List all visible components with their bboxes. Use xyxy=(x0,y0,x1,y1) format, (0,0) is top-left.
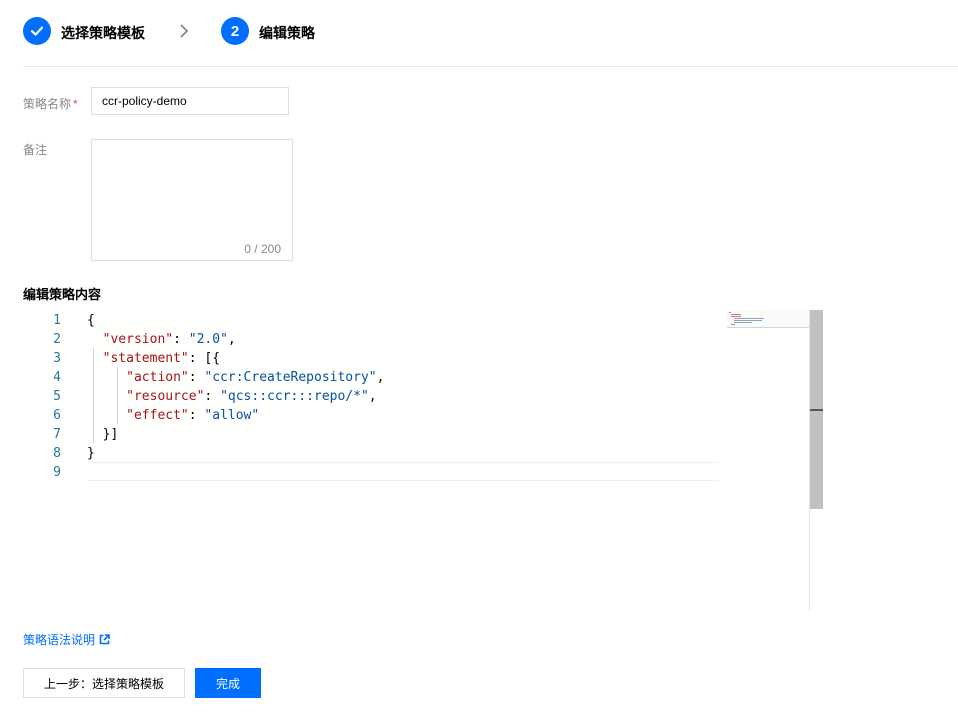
line-number: 9 xyxy=(53,465,61,480)
code-text: "statement": [{ xyxy=(87,349,220,368)
json-value: "2.0" xyxy=(188,332,228,347)
required-mark: * xyxy=(73,97,78,111)
steps-bar: 选择策略模板 2 编辑策略 xyxy=(23,17,958,47)
json-punctuation: , xyxy=(376,370,385,385)
json-value: "qcs::ccr:::repo/*" xyxy=(220,389,369,404)
code-text: }] xyxy=(87,425,119,444)
json-punctuation: : xyxy=(173,332,189,347)
step-2-label: 编辑策略 xyxy=(259,25,315,41)
minimap-line xyxy=(729,312,731,313)
policy-name-label: 策略名称 * xyxy=(23,95,78,112)
minimap-viewport[interactable] xyxy=(727,310,809,328)
code-text: } xyxy=(87,444,95,463)
line-number: 5 xyxy=(53,389,61,404)
line-number: 4 xyxy=(53,370,61,385)
json-punctuation: { xyxy=(87,313,95,328)
code-text: "effect": "allow" xyxy=(87,406,259,425)
json-key: "version" xyxy=(102,332,174,347)
json-punctuation: : xyxy=(188,370,205,385)
policy-name-label-text: 策略名称 xyxy=(23,97,72,111)
code-text: "version": "2.0", xyxy=(87,330,236,349)
remark-label: 备注 xyxy=(23,143,48,157)
json-key: "action" xyxy=(126,370,189,385)
policy-content-title: 编辑策略内容 xyxy=(23,287,102,302)
minimap-line xyxy=(731,314,741,315)
json-punctuation: : xyxy=(188,408,205,423)
code-text: "resource": "qcs::ccr:::repo/*", xyxy=(87,387,377,406)
policy-code-editor[interactable]: 1{2 "version": "2.0", 3 "statement": [{4 … xyxy=(23,310,823,610)
remark-counter: 0 / 200 xyxy=(244,242,281,256)
step-2-number: 2 xyxy=(221,17,249,45)
remark-textarea[interactable]: 0 / 200 xyxy=(91,139,293,261)
line-number: 8 xyxy=(53,446,61,461)
current-line-highlight xyxy=(88,462,719,481)
json-punctuation xyxy=(87,370,126,385)
json-punctuation: } xyxy=(87,446,95,461)
policy-syntax-link[interactable]: 策略语法说明 xyxy=(23,631,110,648)
step-1-label: 选择策略模板 xyxy=(61,25,145,41)
header-divider xyxy=(23,66,958,67)
done-button[interactable]: 完成 xyxy=(195,668,261,698)
policy-name-input[interactable]: ccr-policy-demo xyxy=(91,87,289,115)
json-punctuation: , xyxy=(227,332,236,347)
step-1-check-icon xyxy=(23,17,51,45)
json-punctuation xyxy=(87,389,126,404)
json-value: "allow" xyxy=(204,408,260,423)
json-punctuation xyxy=(87,351,103,366)
policy-syntax-link-text[interactable]: 策略语法说明 xyxy=(23,631,95,648)
external-link-icon xyxy=(99,634,110,645)
minimap-line xyxy=(734,322,752,323)
prev-step-button[interactable]: 上一步：选择策略模板 xyxy=(23,668,185,698)
line-number: 6 xyxy=(53,408,61,423)
json-key: "statement" xyxy=(102,351,189,366)
chevron-right-icon xyxy=(180,24,189,38)
json-punctuation: : [{ xyxy=(188,351,221,366)
code-text: "action": "ccr:CreateRepository", xyxy=(87,368,384,387)
line-number: 2 xyxy=(53,332,61,347)
json-punctuation: , xyxy=(368,389,377,404)
minimap-line xyxy=(734,320,762,321)
minimap-line xyxy=(734,318,764,319)
line-number: 3 xyxy=(53,351,61,366)
line-number: 1 xyxy=(53,313,61,328)
json-punctuation: : xyxy=(204,389,221,404)
minimap-line xyxy=(731,316,741,317)
code-text: { xyxy=(87,311,95,330)
json-punctuation: }] xyxy=(87,427,119,442)
json-value: "ccr:CreateRepository" xyxy=(204,370,377,385)
editor-minimap[interactable] xyxy=(727,310,809,610)
line-number: 7 xyxy=(53,427,61,442)
json-punctuation xyxy=(87,332,103,347)
json-key: "effect" xyxy=(126,408,189,423)
json-punctuation xyxy=(87,408,126,423)
scrollbar-cursor-marker xyxy=(810,409,823,411)
minimap-line xyxy=(731,324,735,325)
json-key: "resource" xyxy=(126,389,205,404)
editor-scrollbar[interactable] xyxy=(809,310,823,610)
